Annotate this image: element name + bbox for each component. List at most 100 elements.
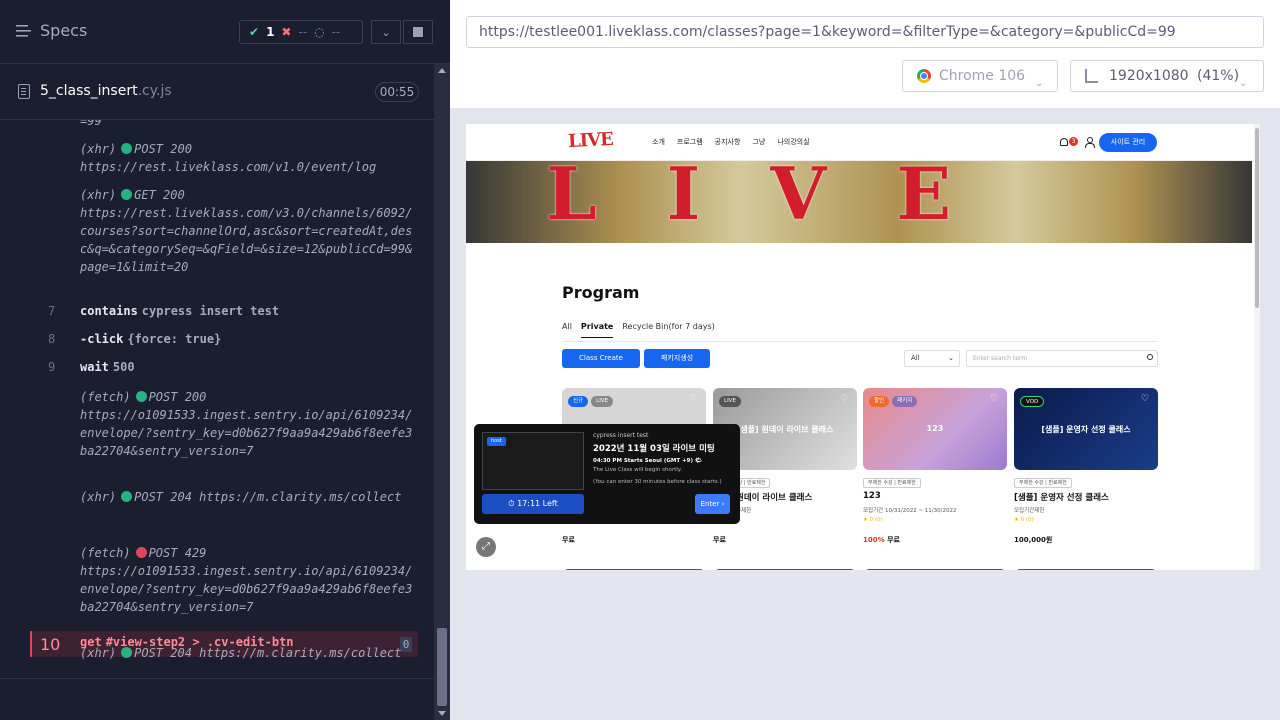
badge: LIVE: [719, 396, 741, 407]
stop-button[interactable]: [403, 20, 433, 44]
auto-scroll-button[interactable]: ⌄: [371, 20, 401, 44]
badge: LIVE: [591, 396, 614, 407]
card-price: 무료: [713, 536, 726, 544]
x-icon: ✖: [281, 25, 292, 39]
scrollbar-thumb[interactable]: [437, 628, 447, 706]
expand-icon[interactable]: ⤢: [476, 537, 496, 557]
card-edge: [564, 569, 704, 570]
tab-recycle-bin[interactable]: Recycle Bin(for 7 days): [622, 322, 714, 338]
page-scrollbar[interactable]: [1254, 124, 1260, 570]
popup-title: 2022년 11월 03일 라이브 미팅: [593, 444, 715, 454]
test-stats: ✔ 1 ✖ -- ◌ --: [239, 20, 363, 44]
bell-icon[interactable]: [1060, 138, 1068, 146]
nav-item[interactable]: 공지사항: [715, 137, 741, 147]
card-edge: [865, 569, 1005, 570]
nav-item[interactable]: 소개: [652, 137, 665, 147]
stop-icon: [413, 27, 423, 37]
url-bar[interactable]: https://testlee001.liveklass.com/classes…: [466, 16, 1264, 48]
viewport-info[interactable]: 1920x1080 (41%) ⌄: [1070, 60, 1264, 92]
class-create-button[interactable]: Class Create: [562, 349, 640, 368]
browser-header: https://testlee001.liveklass.com/classes…: [450, 0, 1280, 108]
divider: [0, 678, 434, 679]
countdown-timer: ⏱ 17:11 Left: [482, 494, 584, 514]
chevron-down-icon: ⌄: [948, 354, 954, 362]
card-price: 100,000원: [1014, 536, 1053, 544]
class-card[interactable]: VOD ♡ [샘플] 운영자 선정 클래스: [1014, 388, 1158, 470]
popup-start-time: 04:30 PM Starts Seoul (GMT +9) 🌤: [593, 458, 702, 464]
divider: [562, 341, 1158, 342]
chrome-icon: [917, 69, 931, 83]
package-create-button[interactable]: 패키지생성: [644, 349, 710, 368]
scroll-up-icon[interactable]: [438, 68, 446, 73]
nav-item[interactable]: 프로그램: [677, 137, 703, 147]
menu-icon: [16, 24, 31, 37]
heart-icon[interactable]: ♡: [840, 395, 849, 404]
card-rating: ★ 0 (0): [863, 517, 883, 523]
card-edge: [715, 569, 855, 570]
command-log: =99 (xhr) POST 200 https://rest.liveklass.…: [0, 120, 434, 668]
live-meeting-popup: host cypress insert test 2022년 11월 03일 라…: [474, 424, 740, 524]
card-meta: 모집기간제한: [1014, 508, 1045, 514]
page-title: Program: [562, 283, 640, 302]
popup-message: The Live Class will begin shortly.: [593, 467, 683, 473]
card-price: 100% 무료: [863, 536, 900, 544]
enter-button[interactable]: Enter ›: [695, 494, 730, 514]
card-tag: 무제한 수강 | 만료제한: [1014, 478, 1072, 488]
status-dot-icon: [121, 143, 133, 154]
reporter-header: Specs ✔ 1 ✖ -- ◌ -- ⌄: [0, 0, 450, 64]
passed-count: 1: [266, 25, 275, 39]
log-scrollbar[interactable]: [434, 64, 450, 720]
nav-item[interactable]: 나의강의실: [777, 137, 809, 147]
spec-file-row: 5_class_insert.cy.js 00:55: [0, 64, 434, 120]
browser-label: Chrome 106: [939, 68, 1026, 84]
pending-count: --: [331, 25, 341, 39]
run-duration: 00:55: [375, 82, 419, 102]
app-under-test: LIVE 소개 프로그램 공지사항 그냥 나의강의실 3 사이트 관리 LIVE…: [466, 124, 1260, 570]
browser-selector[interactable]: Chrome 106 ⌄: [902, 60, 1058, 92]
card-rating: ★ 0 (0): [1014, 517, 1034, 523]
site-nav: LIVE 소개 프로그램 공지사항 그냥 나의강의실 3 사이트 관리: [466, 124, 1260, 161]
search-input[interactable]: Enter search term: [966, 350, 1158, 367]
badge: 할인: [869, 396, 890, 407]
aut-panel: https://testlee001.liveklass.com/classes…: [450, 0, 1280, 720]
scrollbar-thumb[interactable]: [1255, 128, 1259, 308]
status-dot-icon: [121, 189, 133, 200]
video-preview: host: [482, 432, 584, 490]
card-title[interactable]: 123: [863, 491, 881, 501]
site-admin-button[interactable]: 사이트 관리: [1099, 133, 1157, 152]
hero-letters: LIVE: [546, 161, 952, 236]
tab-private[interactable]: Private: [580, 322, 614, 338]
filter-select[interactable]: All ⌄: [904, 350, 960, 367]
search-icon[interactable]: [1147, 354, 1153, 360]
scroll-down-icon[interactable]: [438, 711, 446, 716]
command-log-panel: Specs ✔ 1 ✖ -- ◌ -- ⌄ 5_class_insert.cy.…: [0, 0, 450, 720]
status-dot-icon: [121, 491, 133, 502]
spec-file-name[interactable]: 5_class_insert.cy.js: [40, 83, 172, 99]
popup-class-name: cypress insert test: [593, 432, 649, 439]
card-cover-text: [샘플] 운영자 선정 클래스: [1041, 425, 1131, 434]
file-icon: [18, 84, 30, 99]
program-tabs: All Private Recycle Bin(for 7 days): [562, 322, 715, 338]
card-title[interactable]: [샘플] 운영자 선정 클래스: [1014, 491, 1109, 503]
heart-icon[interactable]: ♡: [990, 395, 999, 404]
zoom-level: (41%): [1197, 68, 1240, 84]
tab-all[interactable]: All: [562, 322, 572, 338]
card-title[interactable]: 원데이 라이브 클래스: [736, 491, 812, 503]
badge: 패키지: [892, 396, 918, 407]
site-logo[interactable]: LIVE: [567, 129, 613, 152]
specs-label: Specs: [40, 21, 88, 40]
user-icon[interactable]: [1085, 137, 1095, 148]
nav-item[interactable]: 그냥: [752, 137, 765, 147]
chevron-down-icon: ⌄: [381, 25, 391, 39]
viewport-size: 1920x1080: [1109, 68, 1189, 84]
pending-icon: ◌: [314, 25, 325, 39]
ruler-icon: [1085, 69, 1098, 83]
badge: VOD: [1020, 396, 1045, 407]
heart-icon[interactable]: ♡: [689, 395, 698, 404]
status-dot-icon: [135, 391, 147, 402]
specs-button[interactable]: Specs: [16, 21, 87, 40]
card-cover-text: 123: [926, 424, 944, 433]
badge: 신규: [568, 396, 589, 407]
heart-icon[interactable]: ♡: [1141, 395, 1150, 404]
class-card[interactable]: 할인 패키지 ♡ 123: [863, 388, 1007, 470]
